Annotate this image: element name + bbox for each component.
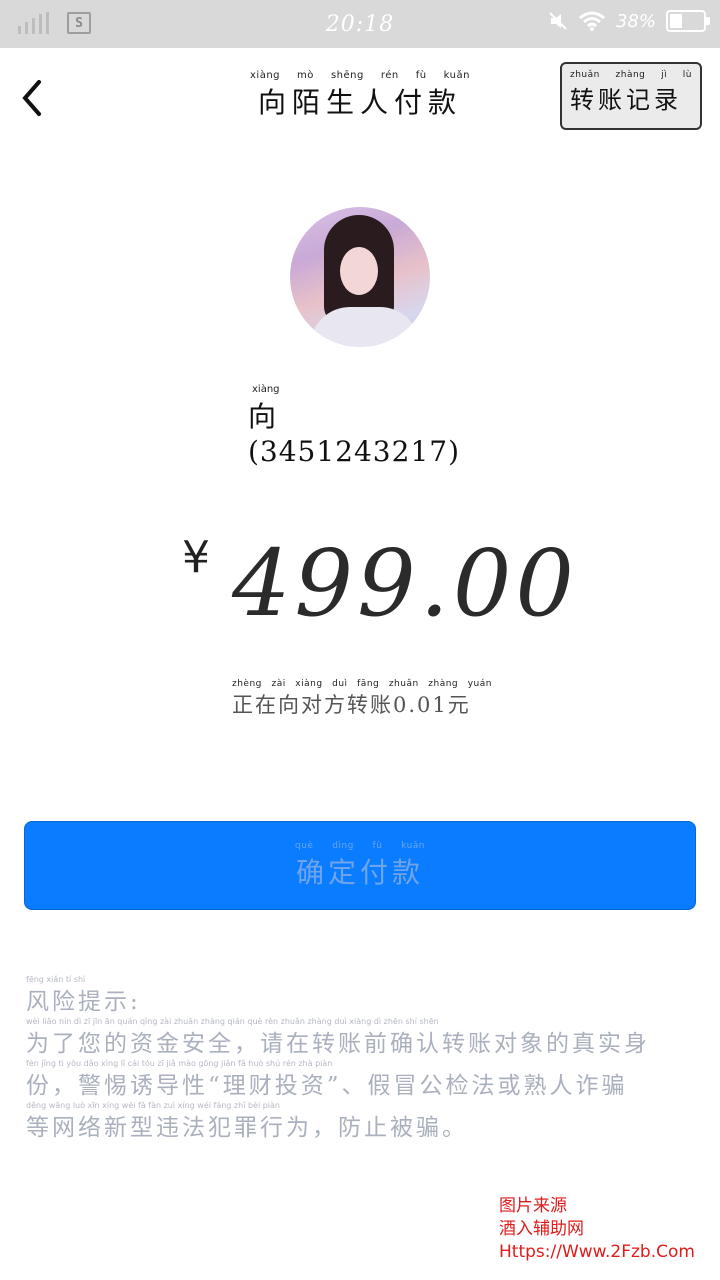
risk-line-pinyin: děng wǎng luò xīn xíng wéi fǎ fàn zuì xí… — [26, 1101, 280, 1110]
risk-line: 为了您的资金安全，请在转账前确认转账对象的真实身 — [26, 1031, 650, 1057]
watermark: 图片来源 酒入辅助网 Https://Www.2Fzb.Com — [499, 1196, 695, 1262]
mute-icon — [549, 12, 567, 30]
title-pinyin: xiàng mò shēng rén fù kuǎn — [250, 70, 470, 81]
battery-percent: 38% — [615, 10, 656, 32]
risk-title-pinyin: fēng xiǎn tí shì — [26, 975, 86, 984]
risk-line: 等网络新型违法犯罪行为，防止被骗。 — [26, 1115, 468, 1141]
payee-name: xiàng 向(3451243217) — [248, 384, 488, 468]
records-pinyin: zhuǎn zhàng jì lù — [570, 70, 692, 80]
status-right: 38% — [548, 10, 710, 32]
risk-tip: fēng xiǎn tí shì 风险提示: wèi liǎo nín dì z… — [26, 975, 686, 1143]
risk-title: 风险提示: — [26, 989, 141, 1015]
confirm-label: 确定付款 — [295, 855, 424, 889]
transfer-note-pinyin: zhèng zài xiàng duì fāng zhuǎn zhàng yuá… — [232, 679, 492, 689]
currency-symbol: ¥ — [182, 532, 210, 583]
payee-pinyin: xiàng — [252, 384, 280, 395]
wifi-icon — [579, 11, 605, 31]
transfer-records-button[interactable]: zhuǎn zhàng jì lù 转账记录 — [560, 62, 702, 130]
confirm-pinyin: què dìng fù kuǎn — [295, 840, 425, 851]
records-label: 转账记录 — [570, 86, 682, 114]
battery-icon — [666, 10, 710, 32]
status-bar: S 20:18 38% — [0, 0, 720, 48]
risk-line: 份，警惕诱导性“理财投资”、假冒公检法或熟人诈骗 — [26, 1073, 628, 1099]
payment-amount: 499.00 — [232, 530, 578, 637]
transfer-note: zhèng zài xiàng duì fāng zhuǎn zhàng yuá… — [232, 679, 492, 719]
confirm-payment-button[interactable]: què dìng fù kuǎn 确定付款 — [24, 821, 696, 910]
page-title: xiàng mò shēng rén fù kuǎn 向陌生人付款 — [250, 70, 470, 121]
avatar — [290, 207, 430, 347]
risk-line-pinyin: fèn jǐng tì yòu dǎo xìng lǐ cái tóu zī j… — [26, 1059, 333, 1068]
back-button[interactable] — [10, 70, 54, 126]
payee-name-text: 向(3451243217) — [248, 400, 460, 468]
chevron-left-icon — [22, 80, 41, 116]
transfer-note-text: 正在向对方转账0.01元 — [232, 693, 471, 717]
title-text: 向陌生人付款 — [257, 86, 462, 119]
risk-line-pinyin: wèi liǎo nín dì zī jīn ān quán qǐng zài … — [26, 1017, 439, 1026]
